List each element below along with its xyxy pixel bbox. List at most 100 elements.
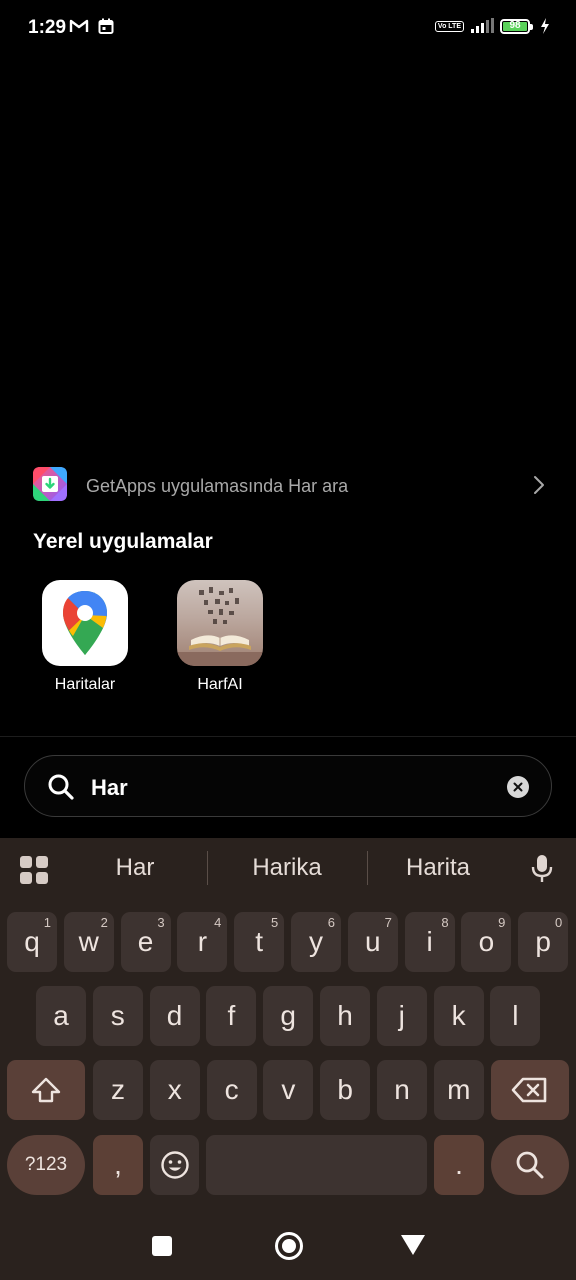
- battery-icon: 98: [500, 18, 533, 34]
- key-g[interactable]: g: [263, 986, 314, 1046]
- recents-icon[interactable]: [152, 1236, 172, 1256]
- key-r[interactable]: r4: [177, 912, 228, 972]
- suggestion-2[interactable]: Harika: [227, 854, 347, 882]
- key-label: l: [512, 1000, 519, 1031]
- key-number-hint: 9: [498, 915, 506, 930]
- local-apps-title: Yerel uygulamalar: [33, 530, 213, 553]
- key-label: g: [280, 1000, 296, 1031]
- key-p[interactable]: p0: [518, 912, 569, 972]
- search-icon: [48, 774, 74, 800]
- suggestion-1[interactable]: Har: [75, 854, 195, 882]
- key-label: t: [255, 926, 264, 957]
- key-t[interactable]: t5: [234, 912, 285, 972]
- charging-icon: [541, 18, 549, 34]
- gmail-icon: [69, 19, 89, 32]
- comma-key[interactable]: ,: [93, 1135, 143, 1195]
- key-number-hint: 2: [100, 915, 108, 930]
- key-label: y: [309, 926, 323, 957]
- suggestion-strip: Har Harika Harita: [0, 838, 576, 900]
- key-y[interactable]: y6: [291, 912, 341, 972]
- back-icon[interactable]: [400, 1234, 426, 1256]
- key-label: v: [281, 1074, 296, 1105]
- app-grid-icon[interactable]: [20, 856, 50, 886]
- emoji-key[interactable]: [150, 1135, 199, 1195]
- key-s[interactable]: s: [92, 986, 143, 1046]
- getapps-search-text: GetApps uygulamasında Har ara: [86, 476, 349, 496]
- key-label: n: [394, 1074, 410, 1105]
- suggestion-divider: [207, 851, 208, 885]
- key-b[interactable]: b: [320, 1060, 371, 1120]
- backspace-key[interactable]: [491, 1060, 569, 1120]
- key-label: w: [78, 926, 99, 957]
- key-x[interactable]: x: [149, 1060, 200, 1120]
- key-z[interactable]: z: [93, 1060, 143, 1120]
- key-label: m: [447, 1074, 471, 1105]
- key-k[interactable]: k: [433, 986, 484, 1046]
- key-label: j: [398, 1000, 405, 1031]
- getapps-search-row[interactable]: GetApps uygulamasında Har ara: [0, 460, 576, 512]
- period-key[interactable]: .: [434, 1135, 484, 1195]
- key-label: c: [224, 1074, 239, 1105]
- key-n[interactable]: n: [377, 1060, 427, 1120]
- key-c[interactable]: c: [206, 1060, 257, 1120]
- key-label: o: [478, 926, 495, 957]
- key-number-hint: 6: [327, 915, 335, 930]
- key-label: b: [337, 1074, 353, 1105]
- key-e[interactable]: e3: [120, 912, 171, 972]
- getapps-icon: [33, 467, 67, 501]
- key-l[interactable]: l: [490, 986, 541, 1046]
- backspace-icon: [511, 1077, 547, 1103]
- key-w[interactable]: w2: [63, 912, 114, 972]
- key-label: s: [110, 1000, 125, 1031]
- symbols-key[interactable]: ?123: [7, 1135, 85, 1195]
- calendar-icon: [98, 18, 114, 34]
- key-v[interactable]: v: [263, 1060, 314, 1120]
- suggestion-divider: [367, 851, 368, 885]
- key-number-hint: 4: [214, 915, 222, 930]
- chevron-right-icon: [534, 476, 544, 494]
- navigation-bar: [0, 1210, 576, 1280]
- key-number-hint: 1: [43, 915, 51, 930]
- clear-icon[interactable]: [507, 776, 529, 798]
- key-label: a: [53, 1000, 69, 1031]
- volte-icon: Vo LTE: [434, 20, 464, 32]
- shift-key[interactable]: [7, 1060, 85, 1120]
- microphone-icon[interactable]: [530, 853, 554, 885]
- key-label: u: [365, 926, 381, 957]
- key-h[interactable]: h: [320, 986, 370, 1046]
- key-u[interactable]: u7: [347, 912, 398, 972]
- key-m[interactable]: m: [433, 1060, 484, 1120]
- key-i[interactable]: i8: [404, 912, 455, 972]
- space-key[interactable]: [206, 1135, 427, 1195]
- key-label: h: [337, 1000, 353, 1031]
- app-label: HarfAI: [197, 676, 243, 693]
- status-time: 1:29: [28, 17, 67, 38]
- search-bar[interactable]: Har: [24, 755, 552, 817]
- search-key[interactable]: [491, 1135, 569, 1195]
- key-a[interactable]: a: [36, 986, 86, 1046]
- key-number-hint: 8: [441, 915, 449, 930]
- divider: [0, 736, 576, 737]
- suggestion-3[interactable]: Harita: [378, 854, 498, 882]
- google-maps-icon: [42, 580, 128, 666]
- key-label: x: [167, 1074, 182, 1105]
- search-key-icon: [516, 1151, 544, 1179]
- home-icon[interactable]: [274, 1231, 304, 1261]
- signal-icon: [471, 18, 494, 33]
- app-haritalar[interactable]: Haritalar: [35, 580, 135, 694]
- key-label: z: [111, 1074, 125, 1105]
- key-j[interactable]: j: [376, 986, 427, 1046]
- key-label: r: [197, 926, 208, 957]
- app-label: Haritalar: [54, 676, 116, 693]
- key-number-hint: 7: [384, 915, 392, 930]
- app-harfai[interactable]: HarfAI: [170, 580, 270, 694]
- key-label: q: [24, 926, 40, 957]
- key-number-hint: 3: [157, 915, 165, 930]
- key-o[interactable]: o9: [461, 912, 512, 972]
- key-label: i: [426, 926, 433, 957]
- key-f[interactable]: f: [206, 986, 257, 1046]
- key-number-hint: 5: [270, 915, 279, 930]
- search-input[interactable]: Har: [91, 775, 128, 801]
- key-d[interactable]: d: [149, 986, 200, 1046]
- key-q[interactable]: q1: [7, 912, 57, 972]
